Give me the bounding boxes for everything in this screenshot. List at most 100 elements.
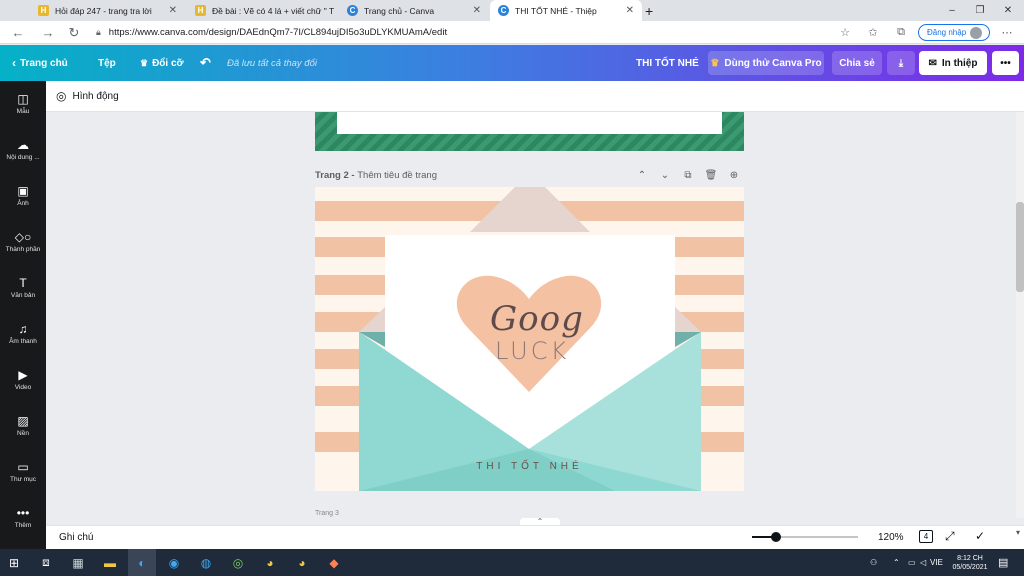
envelope-text[interactable]: THI TỐT NHÉ [315, 461, 744, 472]
clock[interactable]: 8:12 CH 05/05/2021 [949, 549, 991, 576]
heart-text-bottom[interactable]: LUCK [495, 337, 569, 365]
sidebar-item-uploads[interactable]: ☁ Nội dung ... [0, 127, 46, 173]
zoom-slider-handle[interactable] [771, 532, 781, 542]
close-window-icon[interactable]: ✕ [994, 0, 1022, 21]
folder-icon: ▭ [17, 460, 29, 474]
try-pro-label: Dùng thử Canva Pro [724, 57, 822, 69]
file-explorer-icon[interactable]: ▬ [96, 549, 124, 576]
address-bar: ← → ↻ 🔒︎ https://www.canva.com/design/DA… [0, 21, 1024, 44]
maximize-window-icon[interactable]: ❐ [966, 0, 994, 21]
zalo-icon[interactable]: ◍ [192, 549, 220, 576]
new-tab-button[interactable]: + [645, 0, 663, 21]
saved-status: Đã lưu tất cả thay đổi [227, 57, 317, 69]
collections-icon[interactable]: ⧉ [892, 24, 910, 41]
browser-tab[interactable]: H Đề bài : Vẽ có 4 lá + viết chữ " T ✕ [187, 0, 337, 21]
close-tab-icon[interactable]: ✕ [626, 5, 634, 16]
browser-tab[interactable]: H Hỏi đáp 247 - trang tra lời ✕ [30, 0, 185, 21]
sidebar-item-label: Mẫu [16, 108, 30, 115]
sidebar-item-text[interactable]: T Văn bản [0, 265, 46, 311]
design-page[interactable]: Goog LUCK THI TỐT NHÉ [315, 187, 744, 491]
move-page-up-icon[interactable]: ⌃ [634, 168, 650, 182]
url-field[interactable]: 🔒︎ https://www.canva.com/design/DAEdnQm7… [96, 23, 856, 42]
minimize-window-icon[interactable]: – [938, 0, 966, 21]
clock-time: 8:12 CH [957, 554, 983, 562]
sidebar-item-more[interactable]: ••• Thêm [0, 495, 46, 541]
scrollbar-thumb[interactable] [1016, 202, 1024, 292]
sidebar-item-video[interactable]: ▶ Video [0, 357, 46, 403]
sidebar-item-label: Thêm [14, 522, 32, 529]
resize-button[interactable]: ♛ Đổi cỡ [140, 45, 184, 81]
notes-button[interactable]: Ghi chú [59, 532, 93, 543]
tab-title: Đề bài : Vẽ có 4 lá + viết chữ " T [212, 5, 335, 16]
vertical-scrollbar[interactable] [1016, 112, 1024, 518]
tab-favicon-icon: H [38, 5, 49, 16]
app-icon[interactable]: ◉ [160, 549, 188, 576]
heart-text-top[interactable]: Goog [490, 299, 584, 339]
crown-icon: ♛ [710, 57, 720, 69]
calculator-icon[interactable]: ▦ [64, 549, 92, 576]
reload-icon[interactable]: ↻ [64, 21, 84, 44]
task-view-icon[interactable]: ⧈ [32, 549, 60, 576]
url-text: https://www.canva.com/design/DAEdnQm7-7I… [108, 27, 448, 38]
app-icon[interactable]: ◎ [224, 549, 252, 576]
move-page-down-icon[interactable]: ⌄ [657, 168, 673, 182]
video-icon: ▶ [18, 368, 28, 382]
chrome-icon[interactable]: ◕ [288, 549, 316, 576]
sign-in-button[interactable]: Đăng nhập [918, 24, 990, 41]
browser-menu-icon[interactable]: ⋯ [998, 24, 1016, 41]
windows-start-icon[interactable]: ⊞ [0, 549, 28, 576]
music-icon: ♫ [18, 322, 28, 336]
volume-icon[interactable]: ◁ [920, 549, 926, 576]
sidebar-item-elements[interactable]: ◇○ Thành phần [0, 219, 46, 265]
sidebar-item-photos[interactable]: ▣ Ảnh [0, 173, 46, 219]
back-icon[interactable]: ← [8, 21, 28, 44]
close-tab-icon[interactable]: ✕ [473, 5, 481, 16]
edge-icon[interactable]: ◐ [128, 549, 156, 576]
tray-chevron-icon[interactable]: ⌃ [893, 549, 900, 576]
scroll-down-icon[interactable]: ▾ [1016, 528, 1020, 537]
more-options-button[interactable]: ••• [992, 51, 1019, 75]
envelope-right-flap [675, 307, 701, 332]
browser-tab-active[interactable]: C THI TỐT NHÉ - Thiệp ✕ [490, 0, 642, 21]
share-button[interactable]: Chia sẻ [832, 51, 882, 75]
people-icon[interactable]: ⚇ [870, 549, 877, 576]
page-title-input[interactable]: Thêm tiêu đề trang [357, 170, 437, 181]
app-icon[interactable]: ◆ [320, 549, 348, 576]
file-menu-button[interactable]: Tệp [98, 45, 116, 81]
download-icon[interactable]: ⤓ [887, 51, 915, 75]
tab-title: Trang chủ - Canva [364, 5, 435, 16]
home-button[interactable]: ‹ Trang chủ [12, 45, 68, 81]
design-title[interactable]: THI TỐT NHÉ [636, 45, 699, 81]
forward-icon[interactable]: → [38, 21, 58, 44]
sidebar-item-background[interactable]: ▨ Nền [0, 403, 46, 449]
sidebar-item-label: Thành phần [5, 246, 41, 253]
print-card-button[interactable]: ✉ In thiệp [919, 51, 987, 75]
duplicate-page-icon[interactable]: ⧉ [680, 168, 696, 182]
animate-button[interactable]: ◎ Hình động [56, 89, 119, 103]
chrome-icon[interactable]: ◕ [256, 549, 284, 576]
favorites-icon[interactable]: ✩ [864, 24, 882, 41]
page-count-button[interactable]: 4 [919, 530, 933, 543]
undo-icon[interactable]: ↶ [200, 45, 211, 81]
editor-toolbar [46, 81, 1024, 112]
resize-label: Đổi cỡ [152, 57, 184, 69]
try-pro-button[interactable]: ♛ Dùng thử Canva Pro [708, 51, 824, 75]
sidebar-item-folders[interactable]: ▭ Thư mục [0, 449, 46, 495]
language-indicator[interactable]: VIE [930, 549, 943, 576]
sidebar-item-templates[interactable]: ◫ Mẫu [0, 81, 46, 127]
chevron-left-icon: ‹ [12, 56, 16, 70]
delete-page-icon[interactable]: 🗑︎ [703, 168, 719, 182]
network-icon[interactable]: ▭ [908, 549, 916, 576]
bookmark-star-icon[interactable]: ☆ [836, 24, 854, 41]
previous-page-card [337, 112, 722, 134]
fullscreen-icon[interactable]: ⤢ [945, 529, 955, 544]
notification-icon[interactable]: ▤ [998, 549, 1008, 576]
add-page-icon[interactable]: ⊕ [726, 168, 742, 182]
close-tab-icon[interactable]: ✕ [169, 5, 177, 16]
sidebar-item-audio[interactable]: ♫ Âm thanh [0, 311, 46, 357]
zoom-slider-track[interactable] [778, 536, 858, 538]
help-check-icon[interactable]: ✓ [975, 529, 985, 543]
browser-tab[interactable]: C Trang chủ - Canva ✕ [339, 0, 489, 21]
clock-date: 05/05/2021 [952, 563, 988, 571]
zoom-level[interactable]: 120% [878, 532, 904, 543]
